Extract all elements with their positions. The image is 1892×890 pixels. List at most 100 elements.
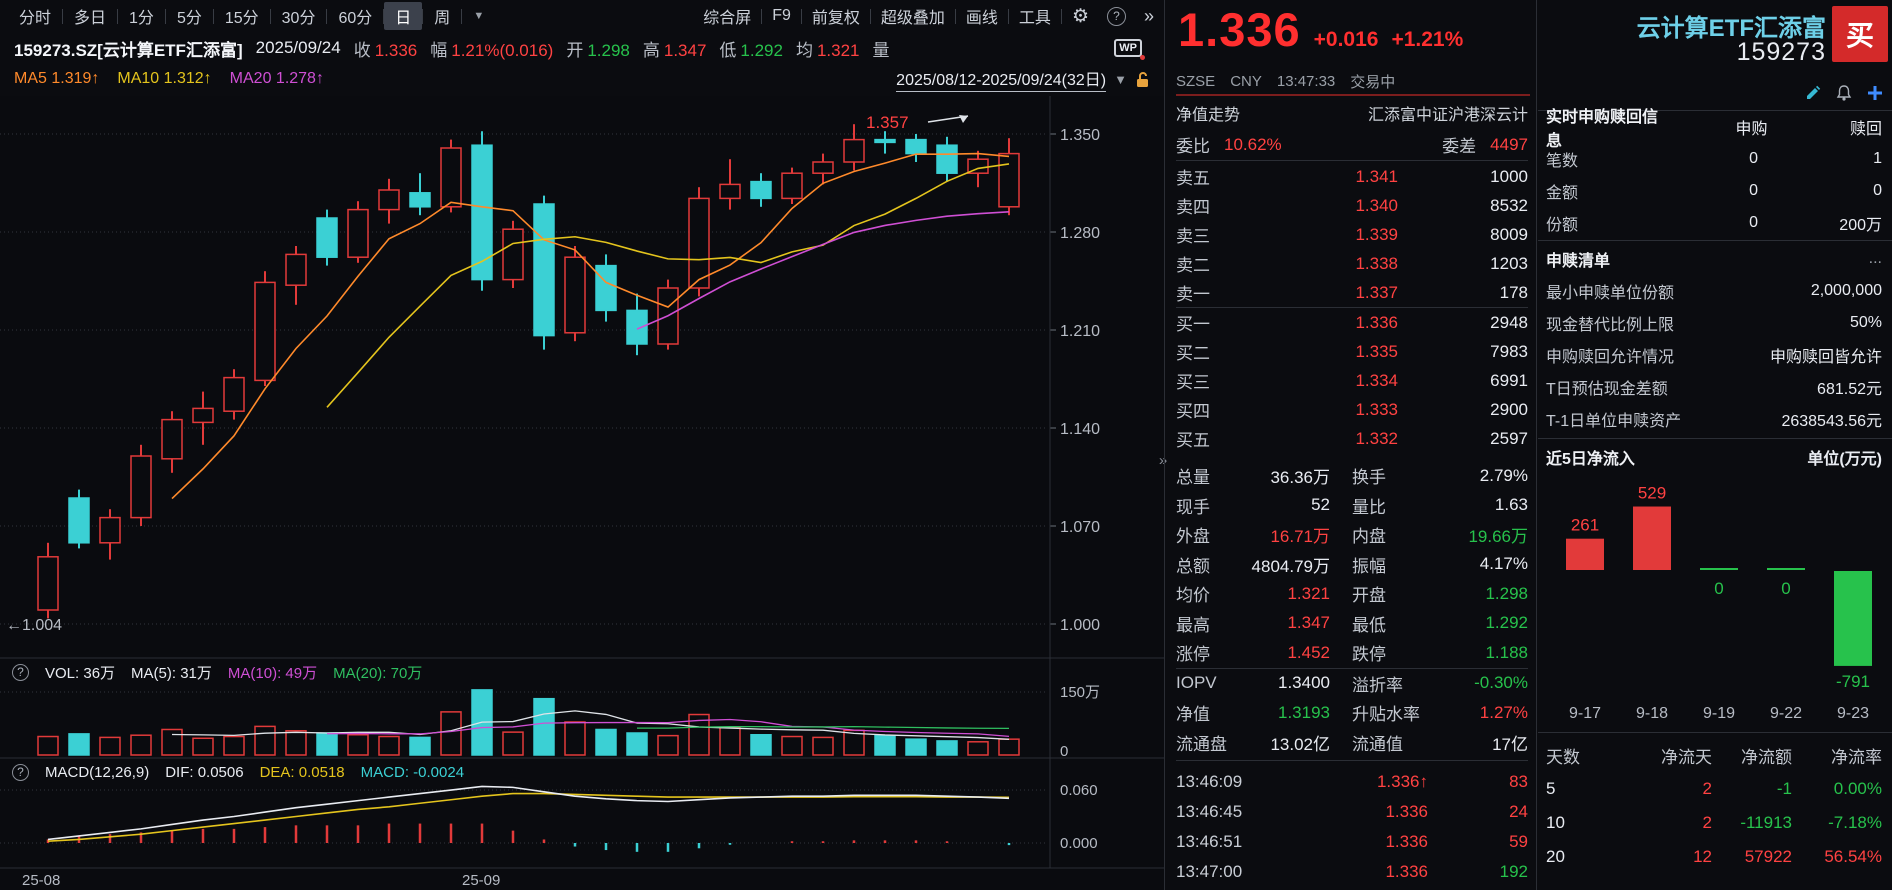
table-row: 10 2 -11913 -7.18% [1546, 808, 1882, 838]
y-axis-label: 1.000 [1060, 617, 1100, 634]
order-book-row[interactable]: 买五 1.332 2597 [1176, 424, 1528, 453]
book-price[interactable]: 1.341 [1240, 167, 1432, 187]
book-price[interactable]: 1.338 [1240, 254, 1432, 274]
gear-icon[interactable]: ⚙ [1062, 3, 1099, 30]
candle-body [378, 189, 400, 211]
period-dropdown[interactable]: ▼ [462, 8, 495, 24]
field-label: 量 [872, 40, 890, 60]
wp-badge-icon[interactable]: WP [1114, 39, 1145, 60]
tab-15分[interactable]: 15分 [214, 2, 270, 30]
volume-bar [223, 735, 245, 756]
tick-price: 1.336↑ [1276, 772, 1458, 792]
volume-bar [719, 726, 741, 756]
order-book-row[interactable]: 买四 1.333 2900 [1176, 395, 1528, 424]
volume-bar [626, 732, 648, 756]
macd-help-icon[interactable]: ? [12, 763, 29, 781]
range-dropdown-icon[interactable]: ▼ [1114, 72, 1127, 87]
date-range[interactable]: 2025/08/12-2025/09/24(32日) [896, 66, 1107, 92]
book-price[interactable]: 1.332 [1240, 429, 1432, 449]
book-price[interactable]: 1.335 [1240, 342, 1432, 362]
book-level-label: 卖二 [1176, 256, 1210, 275]
candle-body [998, 152, 1020, 208]
order-book-row[interactable]: 卖三 1.339 8009 [1176, 220, 1528, 249]
candle-body [750, 180, 772, 200]
pencil-icon[interactable] [1804, 84, 1822, 102]
order-book-row[interactable]: 买二 1.335 7983 [1176, 337, 1528, 366]
order-book-row[interactable]: 卖二 1.338 1203 [1176, 249, 1528, 278]
stat-label: 开盘 [1352, 586, 1386, 606]
kv-value: 2,000,000 [1810, 282, 1882, 299]
volume-bar [254, 725, 276, 756]
candle-body [409, 192, 431, 208]
book-price[interactable]: 1.334 [1240, 371, 1432, 391]
kv-row: 最小申赎单位份额 2,000,000 [1546, 276, 1882, 306]
unlock-icon[interactable] [1135, 71, 1150, 88]
field-value: 1.347 [663, 40, 707, 60]
order-book-row[interactable]: 卖四 1.340 8532 [1176, 191, 1528, 220]
nav-trend-link[interactable]: 净值走势 [1176, 101, 1240, 125]
order-book-row[interactable]: 卖一 1.337 178 [1176, 278, 1528, 307]
plus-icon[interactable] [1866, 84, 1884, 102]
field-label: 低 [719, 40, 737, 60]
book-level-label: 买二 [1176, 344, 1210, 363]
stat-label: 溢折率 [1352, 675, 1403, 695]
bell-icon[interactable] [1835, 84, 1853, 102]
help-icon[interactable]: ? [1106, 6, 1126, 26]
pane-divider [1164, 0, 1165, 890]
candle-body [688, 197, 710, 289]
tab-60分[interactable]: 60分 [327, 2, 383, 30]
menu-超级叠加[interactable]: 超级叠加 [871, 2, 955, 30]
row-label: 金额 [1546, 185, 1579, 202]
tab-1分[interactable]: 1分 [118, 2, 165, 30]
tab-日[interactable]: 日 [384, 2, 423, 30]
stats-row: 总量 36.36万 换手 2.79% [1176, 461, 1528, 491]
tab-30分[interactable]: 30分 [271, 2, 327, 30]
order-book-row[interactable]: 买一 1.336 2948 [1176, 308, 1528, 337]
buy-button[interactable]: 买 [1832, 6, 1888, 62]
field-value: 1.292 [740, 40, 783, 60]
stat-label: 流通盘 [1176, 734, 1227, 754]
candle-body [440, 147, 462, 208]
tick-price-value: 1.336 [1385, 832, 1428, 851]
book-volume: 178 [1499, 282, 1528, 302]
candle-body [192, 407, 214, 424]
book-price[interactable]: 1.333 [1240, 400, 1432, 420]
table-cell: -11913 [1740, 813, 1792, 832]
vol-help-icon[interactable]: ? [12, 663, 29, 681]
order-book-row[interactable]: 买三 1.334 6991 [1176, 366, 1528, 395]
book-price[interactable]: 1.336 [1240, 313, 1432, 333]
menu-F9[interactable]: F9 [762, 5, 801, 27]
menu-综合屏[interactable]: 综合屏 [693, 2, 761, 30]
exchange-code: SZSE [1176, 72, 1216, 90]
more-button[interactable]: ... [1869, 250, 1882, 268]
book-price[interactable]: 1.337 [1240, 283, 1432, 303]
redeem-value: 1 [1873, 150, 1882, 167]
tab-周[interactable]: 周 [423, 2, 461, 30]
menu-画线[interactable]: 画线 [956, 2, 1008, 30]
volume-bar [998, 738, 1020, 756]
up-arrow-icon: ↑ [1419, 772, 1429, 791]
volume-bar [936, 740, 958, 756]
tab-分时[interactable]: 分时 [8, 2, 62, 30]
volume-bar [874, 734, 896, 756]
last-price: 1.336 [1178, 3, 1301, 56]
tab-5分[interactable]: 5分 [166, 2, 213, 30]
candle-body [316, 217, 338, 258]
kv-row: 申购赎回允许情况 申购赎回皆允许 [1546, 340, 1882, 370]
kv-label: T日预估现金差额 [1546, 381, 1668, 398]
book-price[interactable]: 1.340 [1240, 196, 1432, 216]
candle-body [533, 203, 555, 337]
bar-value: 261 [1571, 516, 1599, 535]
kv-label: 申购赎回允许情况 [1546, 349, 1675, 366]
book-level-label: 买五 [1176, 431, 1210, 450]
tab-多日[interactable]: 多日 [63, 2, 117, 30]
field-value: 1.21%(0.016) [451, 40, 554, 60]
menu-工具[interactable]: 工具 [1009, 2, 1061, 30]
order-book-row[interactable]: 卖五 1.341 1000 [1176, 162, 1528, 191]
book-level-label: 卖四 [1176, 198, 1210, 217]
menu-前复权[interactable]: 前复权 [802, 2, 870, 30]
book-price[interactable]: 1.339 [1240, 225, 1432, 245]
stat-value: 1.27% [1479, 702, 1528, 722]
more-chevron-icon[interactable]: » [1134, 4, 1164, 29]
fund-full-name[interactable]: 汇添富中证沪港深云计 [1368, 101, 1528, 125]
